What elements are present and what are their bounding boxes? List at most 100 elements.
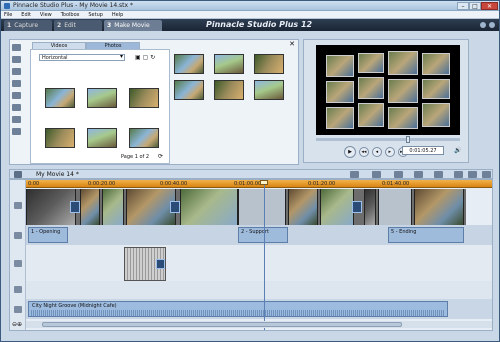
scissors-icon[interactable] [434, 171, 443, 178]
step-back-button[interactable]: ◂ [371, 147, 382, 157]
volume-icon[interactable]: 🔊 [454, 147, 461, 154]
montage-tab-icon[interactable] [12, 68, 21, 75]
music-tab-icon[interactable] [12, 128, 21, 135]
transition[interactable] [352, 201, 362, 213]
track-headers [10, 180, 26, 330]
menu-view[interactable]: View [37, 11, 56, 19]
photo-thumbnail[interactable] [174, 54, 204, 74]
tab-capture[interactable]: 1 Capture [4, 20, 52, 31]
menus-tab-icon[interactable] [12, 104, 21, 111]
video-clip[interactable] [126, 189, 176, 225]
photo-thumbnail[interactable] [45, 88, 75, 108]
title-clip-opening[interactable]: 1 - Opening [28, 227, 68, 243]
music-track-icon[interactable] [14, 306, 22, 313]
photo-thumbnail[interactable] [87, 128, 117, 148]
photo-thumbnail[interactable] [254, 80, 284, 100]
mode-tab-bar: 1 Capture 2 Edit 3 Make Movie Pinnacle Stud… [1, 19, 499, 31]
next-page-icon[interactable]: ⟳ [158, 153, 163, 160]
album-close-icon[interactable]: ✕ [289, 40, 295, 48]
playhead-handle[interactable] [260, 180, 268, 185]
sound-effects-tab-icon[interactable] [12, 116, 21, 123]
transition[interactable] [156, 259, 165, 269]
title-clip-ending[interactable]: 5 - Ending [388, 227, 464, 243]
timeline-view-icon[interactable] [468, 171, 477, 178]
tab-edit[interactable]: 2 Edit [54, 20, 102, 31]
help-icon[interactable] [480, 22, 486, 28]
montage-photo [326, 81, 354, 103]
photo-thumbnail[interactable] [214, 54, 244, 74]
tab-make-movie[interactable]: 3 Make Movie [104, 20, 162, 31]
text-view-icon[interactable] [482, 171, 491, 178]
transition[interactable] [70, 201, 80, 213]
video-clip[interactable] [180, 189, 238, 225]
tab-label: Capture [14, 22, 39, 29]
titles-tab-icon[interactable] [12, 80, 21, 87]
music-clip[interactable]: City Night Groove (Midnight Cafe) [28, 301, 448, 317]
timecode-display[interactable]: 0:01:05.27 [402, 146, 444, 155]
scrubber-handle[interactable] [406, 136, 410, 143]
title-track-icon[interactable] [14, 232, 22, 239]
scrubber[interactable] [316, 136, 460, 143]
folder-up-icon[interactable]: ▢ [143, 54, 149, 61]
player-preview: ▶ ◂◂ ◂ ▸ ▸▸ 0:01:05.27 🔊 [303, 39, 469, 163]
photo-thumbnail[interactable] [214, 80, 244, 100]
video-clip[interactable] [320, 189, 354, 225]
scrollbar-thumb[interactable] [42, 322, 402, 327]
photos-tab-icon[interactable] [12, 92, 21, 99]
video-clip[interactable] [414, 189, 464, 225]
maximize-button[interactable]: □ [469, 2, 481, 10]
sound-effects-track[interactable] [26, 281, 492, 299]
video-tab-icon[interactable] [12, 44, 21, 51]
storyboard-view-icon[interactable] [454, 171, 463, 178]
video-clip[interactable] [364, 189, 376, 225]
menu-setup[interactable]: Setup [85, 11, 107, 19]
info-icon[interactable] [489, 22, 495, 28]
music-track[interactable]: City Night Groove (Midnight Cafe) [26, 299, 492, 319]
speaker-icon[interactable] [350, 171, 359, 178]
video-track-icon[interactable] [14, 202, 22, 209]
menu-help[interactable]: Help [109, 11, 127, 19]
trash-icon[interactable] [414, 171, 423, 178]
help-buttons [477, 22, 495, 30]
video-clip[interactable] [288, 189, 318, 225]
zoom-icon[interactable]: ⊖⊕ [12, 321, 22, 328]
timeline-ruler[interactable]: 0:00 0:00:20.00 0:00:40.00 0:01:00.00 0:… [26, 180, 492, 188]
menu-file[interactable]: File [1, 11, 16, 19]
photo-thumbnail[interactable] [254, 54, 284, 74]
step-forward-button[interactable]: ▸ [384, 147, 395, 157]
video-track[interactable] [26, 189, 466, 225]
folder-select[interactable]: Horizontal [39, 54, 125, 61]
video-clip[interactable] [102, 189, 124, 225]
overlay-track-icon[interactable] [14, 260, 22, 267]
video-clip[interactable] [80, 189, 100, 225]
title-clip-support[interactable]: 2 - Support [238, 227, 288, 243]
minimize-button[interactable]: – [457, 2, 469, 10]
movie-window-icon[interactable] [14, 171, 22, 178]
camera-icon[interactable] [372, 171, 381, 178]
rewind-button[interactable]: ◂◂ [358, 147, 369, 157]
photo-thumbnail[interactable] [129, 128, 159, 148]
overlay-track[interactable] [26, 245, 492, 281]
refresh-icon[interactable]: ↻ [150, 54, 155, 61]
photo-thumbnail[interactable] [129, 88, 159, 108]
timeline-scrollbar[interactable] [26, 321, 492, 328]
photo-thumbnail[interactable] [87, 88, 117, 108]
transitions-tab-icon[interactable] [12, 56, 21, 63]
menu-clip[interactable] [238, 189, 286, 225]
montage-photo [358, 53, 384, 73]
menu-clip[interactable] [378, 189, 412, 225]
folder-icon[interactable]: ▣ [135, 54, 141, 61]
menu-edit[interactable]: Edit [18, 11, 35, 19]
menu-toolbox[interactable]: Toolbox [58, 11, 84, 19]
transition[interactable] [170, 201, 180, 213]
video-clip[interactable] [26, 189, 76, 225]
photo-thumbnail[interactable] [174, 80, 204, 100]
photo-thumbnail[interactable] [45, 128, 75, 148]
sound-effects-track-icon[interactable] [14, 286, 22, 293]
play-button[interactable]: ▶ [344, 146, 356, 158]
close-button[interactable]: ✕ [481, 2, 498, 10]
app-icon [4, 3, 10, 9]
split-clip-icon[interactable] [394, 171, 403, 178]
album-panel: VideosPhotos ✕ Horizontal ▣ ▢ ↻ Page 1 o… [9, 39, 299, 165]
title-track[interactable]: 1 - Opening 2 - Support 5 - Ending [26, 225, 492, 245]
